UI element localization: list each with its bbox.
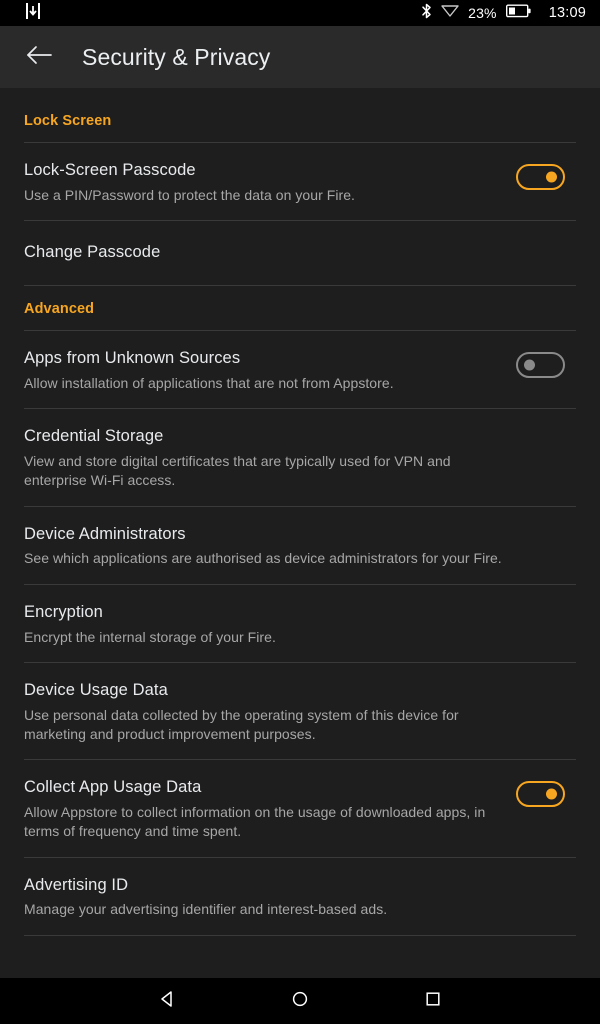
- battery-icon: [505, 4, 531, 23]
- settings-row-title: Encryption: [24, 602, 103, 621]
- bluetooth-icon: [421, 3, 432, 24]
- settings-row-text: Advertising ID Manage your advertising id…: [24, 875, 516, 919]
- toggle-knob: [546, 788, 557, 800]
- settings-row-text: Apps from Unknown Sources Allow installat…: [24, 348, 516, 392]
- settings-row[interactable]: Advertising ID Manage your advertising id…: [0, 858, 600, 935]
- settings-row-control: [516, 348, 565, 378]
- section-header: Lock Screen: [24, 113, 112, 129]
- nav-home-button[interactable]: [274, 978, 326, 1024]
- settings-row-subtitle: See which applications are authorised as…: [24, 550, 502, 567]
- settings-row-control: [516, 160, 565, 190]
- wifi-icon: [441, 3, 459, 23]
- settings-row-subtitle: Encrypt the internal storage of your Fir…: [24, 628, 276, 645]
- settings-row-title: Credential Storage: [24, 427, 164, 446]
- settings-row-title: Collect App Usage Data: [24, 778, 202, 797]
- toggle-switch[interactable]: [516, 781, 565, 808]
- settings-row-subtitle: View and store digital certificates that…: [24, 453, 451, 488]
- settings-row[interactable]: Device Administrators See which applicati…: [0, 507, 600, 584]
- page-title: Security & Privacy: [82, 43, 271, 70]
- toggle-switch[interactable]: [516, 164, 565, 190]
- settings-row[interactable]: Collect App Usage Data Allow Appstore to …: [0, 760, 600, 856]
- section-header: Advanced: [24, 301, 95, 317]
- status-bar: 23% 13:09: [0, 0, 600, 26]
- settings-row-text: Device Administrators See which applicati…: [24, 524, 516, 568]
- divider: [24, 934, 576, 936]
- settings-row[interactable]: Device Usage Data Use personal data colle…: [0, 663, 600, 759]
- settings-row-subtitle: Allow installation of applications that …: [24, 374, 394, 391]
- settings-row[interactable]: Change Passcode: [0, 221, 600, 285]
- settings-row-title: Apps from Unknown Sources: [24, 349, 241, 367]
- settings-row-subtitle: Allow Appstore to collect information on…: [24, 804, 486, 839]
- settings-row[interactable]: Encryption Encrypt the internal storage o…: [0, 585, 600, 662]
- settings-row-subtitle: Use a PIN/Password to protect the data o…: [24, 186, 355, 203]
- settings-row-title: Lock-Screen Passcode: [24, 161, 196, 179]
- settings-row-text: Device Usage Data Use personal data colle…: [24, 680, 516, 743]
- back-button[interactable]: [22, 40, 56, 74]
- nav-recents-button[interactable]: [407, 978, 459, 1024]
- status-bar-left: [26, 2, 40, 24]
- status-clock: 13:09: [548, 5, 586, 21]
- settings-row-title: Device Usage Data: [24, 681, 168, 700]
- settings-row-text: Collect App Usage Data Allow Appstore to …: [24, 777, 516, 840]
- nav-back-button[interactable]: [141, 978, 193, 1024]
- download-icon: [26, 2, 40, 24]
- toggle-switch[interactable]: [516, 352, 565, 378]
- status-bar-right: 23% 13:09: [421, 3, 586, 24]
- settings-row[interactable]: Lock-Screen Passcode Use a PIN/Password t…: [0, 143, 600, 220]
- android-nav-bar: [0, 978, 600, 1024]
- settings-row-title: Change Passcode: [24, 243, 161, 262]
- device-screen: 23% 13:09 Security & Privacy Lock Screen…: [0, 0, 600, 1024]
- settings-row-text: Credential Storage View and store digital…: [24, 426, 516, 489]
- toggle-knob: [546, 171, 557, 183]
- nav-home-icon: [290, 989, 310, 1014]
- nav-back-icon: [157, 989, 177, 1014]
- settings-row[interactable]: Apps from Unknown Sources Allow installat…: [0, 331, 600, 408]
- toggle-knob: [524, 359, 535, 371]
- settings-list: Lock Screen Lock-Screen Passcode Use a PIN…: [0, 88, 600, 978]
- back-arrow-icon: [25, 44, 53, 71]
- settings-row-text: Encryption Encrypt the internal storage o…: [24, 602, 516, 646]
- battery-percent: 23%: [468, 5, 497, 21]
- settings-row-subtitle: Use personal data collected by the opera…: [24, 706, 459, 742]
- settings-row-title: Device Administrators: [24, 524, 186, 543]
- app-bar: Security & Privacy: [0, 26, 600, 88]
- settings-row-subtitle: Manage your advertising identifier and i…: [24, 901, 388, 918]
- settings-row[interactable]: Credential Storage View and store digital…: [0, 409, 600, 505]
- nav-recents-icon: [423, 989, 443, 1014]
- settings-row-title: Advertising ID: [24, 875, 129, 894]
- settings-row-control: [516, 777, 565, 808]
- settings-row-text: Lock-Screen Passcode Use a PIN/Password t…: [24, 160, 516, 204]
- settings-row-text: Change Passcode: [24, 242, 516, 263]
